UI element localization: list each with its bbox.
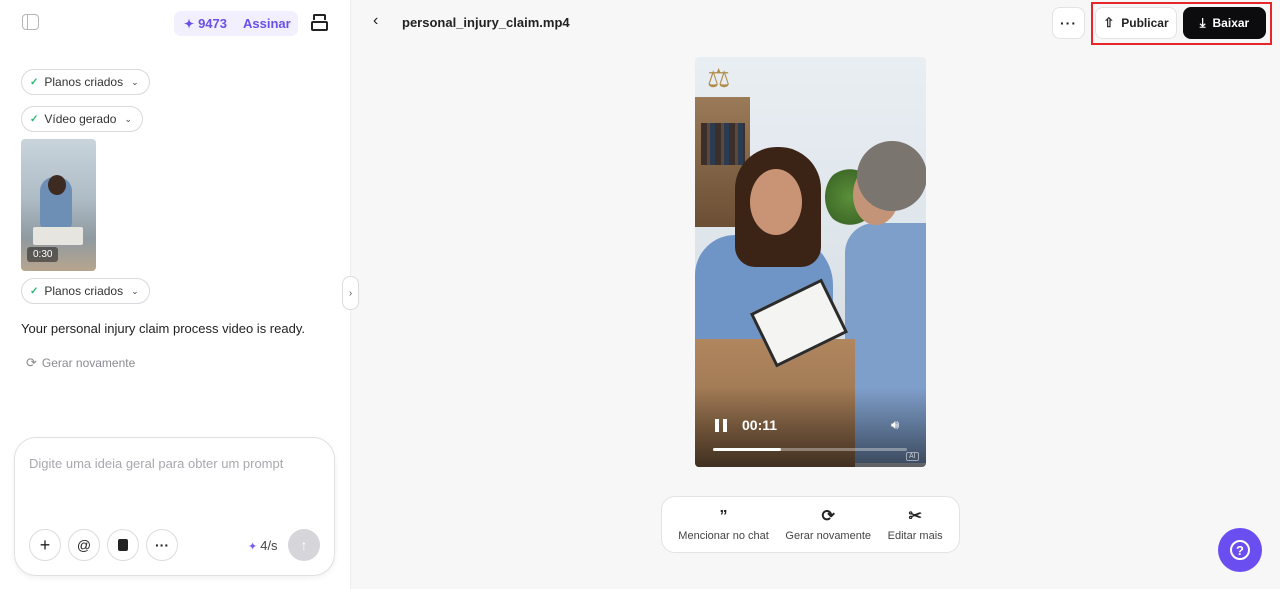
edit-more-button[interactable]: ✂ Editar mais	[888, 508, 943, 542]
arrow-up-icon: ↑	[300, 537, 308, 553]
chip-label: Planos criados	[44, 284, 124, 298]
chevron-down-icon: ⌄	[131, 285, 139, 296]
video-generated-chip[interactable]: ✓ Vídeo gerado ⌄	[21, 106, 143, 132]
check-icon: ✓	[30, 285, 39, 297]
playback-time: 00:11	[742, 417, 778, 433]
prompt-input[interactable]	[29, 456, 319, 516]
check-icon: ✓	[30, 113, 39, 125]
action-label: Editar mais	[887, 529, 943, 542]
woman-face	[750, 169, 802, 235]
sidebar-toggle-icon[interactable]	[22, 14, 39, 30]
chevron-left-icon: ‹	[373, 12, 379, 29]
notebook-icon	[118, 539, 128, 551]
credit-rate: ✦ 4/s	[248, 538, 278, 553]
credits-count: 9473	[198, 16, 227, 31]
plans-created-chip[interactable]: ✓ Planos criados ⌄	[21, 69, 150, 95]
more-button[interactable]: ···	[1052, 7, 1085, 39]
collapse-panel-button[interactable]: ›	[342, 276, 359, 310]
volume-icon[interactable]: 🔊︎	[891, 417, 899, 433]
scales-of-justice: ⚖	[707, 63, 731, 93]
quote-icon: ”	[719, 507, 728, 525]
back-button[interactable]: ‹	[373, 12, 378, 30]
ai-badge: AI	[906, 452, 919, 461]
mention-in-chat-button[interactable]: ” Mencionar no chat	[678, 508, 769, 542]
stack-icon[interactable]	[311, 14, 328, 32]
progress-fill	[713, 448, 781, 451]
chevron-right-icon: ›	[348, 287, 353, 299]
man-hair	[857, 141, 926, 211]
download-icon: ⤓	[1199, 15, 1206, 30]
chip-label: Vídeo gerado	[44, 112, 117, 126]
pause-icon[interactable]	[715, 419, 727, 432]
regenerate-link[interactable]: ⟳ Gerar novamente	[26, 355, 135, 371]
action-label: Gerar novamente	[785, 529, 872, 542]
sparkle-icon: ✦	[248, 541, 258, 553]
mention-button[interactable]: @	[68, 529, 100, 561]
scissors-icon: ✂	[908, 507, 922, 525]
plans-created-chip-2[interactable]: ✓ Planos criados ⌄	[21, 278, 150, 304]
rate-value: 4/s	[260, 538, 278, 553]
help-button[interactable]: ?	[1218, 528, 1262, 572]
chat-panel: ✦ 9473 Assinar ✓ Planos criados ⌄ ✓ Víde…	[0, 0, 351, 589]
check-icon: ✓	[30, 76, 39, 88]
upload-icon: ⇧	[1103, 15, 1115, 30]
regenerate-label: Gerar novamente	[41, 356, 136, 370]
file-title: personal_injury_claim.mp4	[402, 15, 570, 30]
video-actions-bar: ” Mencionar no chat ⟳ Gerar novamente ✂ …	[661, 496, 960, 553]
publish-button[interactable]: ⇧ Publicar	[1095, 7, 1177, 39]
sparkle-icon: ✦	[184, 16, 195, 31]
thumbnail-duration: 0:30	[27, 247, 59, 262]
action-label: Mencionar no chat	[678, 529, 769, 542]
help-icon: ?	[1230, 540, 1250, 560]
download-button[interactable]: ⤓ Baixar	[1183, 7, 1266, 39]
publish-label: Publicar	[1121, 16, 1169, 30]
more-options-button[interactable]: ···	[146, 529, 178, 561]
assistant-message: Your personal injury claim process video…	[21, 321, 305, 336]
refresh-icon: ⟳	[26, 355, 37, 370]
add-button[interactable]: +	[29, 529, 61, 561]
video-thumbnail[interactable]: 0:30	[21, 139, 96, 271]
progress-bar[interactable]	[713, 448, 907, 451]
send-button[interactable]: ↑	[288, 529, 320, 561]
thumbnail-papers	[33, 227, 83, 245]
chevron-down-icon: ⌄	[131, 76, 139, 87]
video-player[interactable]: ⚖ 00:11 🔊︎ AI	[695, 57, 926, 467]
notebook-button[interactable]	[107, 529, 139, 561]
regenerate-button[interactable]: ⟳ Gerar novamente	[785, 508, 871, 542]
credits-badge[interactable]: ✦ 9473 Assinar	[174, 11, 298, 36]
refresh-icon: ⟳	[821, 507, 835, 525]
prompt-composer: + @ ··· ✦4/s ↑	[14, 437, 335, 576]
thumbnail-head	[48, 175, 66, 195]
chevron-down-icon: ⌄	[124, 113, 132, 124]
chip-label: Planos criados	[44, 75, 124, 89]
subscribe-link[interactable]: Assinar	[243, 16, 291, 31]
download-label: Baixar	[1212, 16, 1250, 30]
